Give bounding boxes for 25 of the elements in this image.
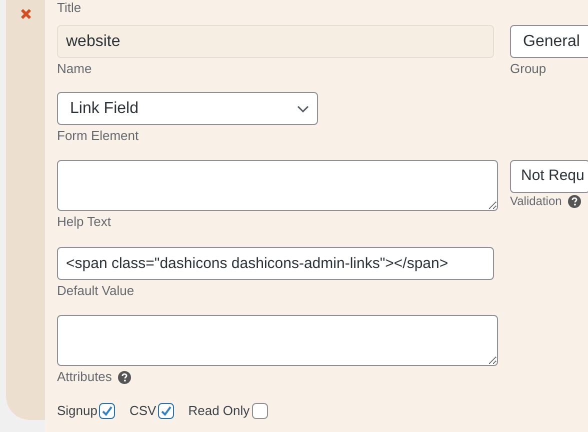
checkbox-label: CSV xyxy=(129,402,156,420)
field-label: Help Text xyxy=(57,213,111,232)
checkbox[interactable] xyxy=(158,402,174,419)
help-icon[interactable] xyxy=(568,194,581,208)
chevron-down-icon xyxy=(297,104,309,112)
name-field[interactable]: website xyxy=(57,25,494,58)
field-label: Form Element xyxy=(57,127,139,146)
checkbox-label: Signup xyxy=(57,402,98,420)
close-icon[interactable] xyxy=(20,8,32,20)
help-icon[interactable] xyxy=(118,370,131,384)
help-text-field[interactable] xyxy=(57,160,498,211)
field-label: Validation xyxy=(510,193,562,210)
checkbox[interactable] xyxy=(252,402,268,419)
checkbox-label: Read Only xyxy=(188,402,250,420)
field-label: Group xyxy=(510,60,546,78)
form-element-select[interactable]: Link Field xyxy=(57,92,318,125)
attributes-field[interactable] xyxy=(57,315,498,366)
field-label: Attributes xyxy=(57,368,112,386)
default-value-field[interactable]: <span class="dashicons dashicons-admin-links"></span> xyxy=(57,247,494,280)
field-label: Default Value xyxy=(57,282,134,300)
checkbox[interactable] xyxy=(99,402,116,419)
field-label: Name xyxy=(57,60,92,78)
field-label: Title xyxy=(57,0,82,15)
validation-select[interactable]: Not Requ xyxy=(510,160,588,193)
group-select[interactable]: General xyxy=(510,25,588,58)
